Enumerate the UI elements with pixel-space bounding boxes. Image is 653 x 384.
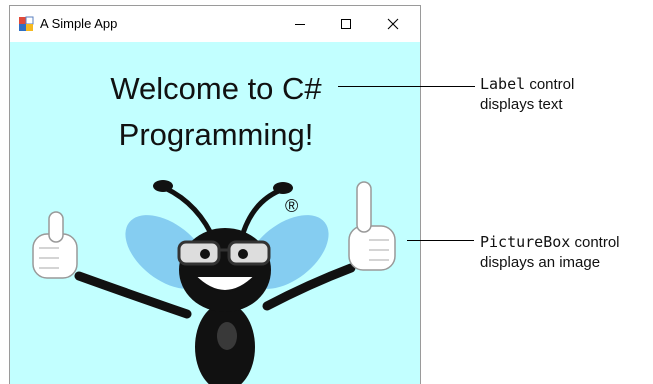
- maximize-button[interactable]: [323, 6, 369, 42]
- welcome-label-line2: Programming!: [118, 117, 314, 152]
- title-bar[interactable]: A Simple App: [10, 6, 420, 42]
- picturebox-callout-line2: displays an image: [480, 254, 601, 271]
- picturebox-callout: PictureBox control displays an image: [480, 232, 620, 273]
- left-thumbs-up-hand: [32, 211, 78, 279]
- window-title: A Simple App: [40, 16, 118, 31]
- picturebox-callout-rest: control: [570, 234, 620, 251]
- close-button[interactable]: [370, 6, 416, 42]
- welcome-label-line1: Welcome to C#: [110, 71, 322, 106]
- maximize-icon: [341, 19, 351, 29]
- label-callout-line2: displays text: [480, 96, 563, 113]
- registered-mark: ®: [285, 196, 298, 216]
- label-callout: Label control displays text: [480, 74, 574, 115]
- label-control-name: Label: [480, 75, 526, 93]
- minimize-icon: [295, 24, 305, 25]
- label-callout-line: [338, 86, 475, 87]
- app-window: A Simple App Welcome to C# Programming!: [9, 5, 421, 384]
- right-thumbs-up-hand: [348, 181, 396, 271]
- bug-mascot-picture: ®: [32, 180, 396, 384]
- picturebox-control-name: PictureBox: [480, 233, 571, 251]
- close-icon: [387, 18, 399, 30]
- label-callout-rest: control: [525, 76, 575, 93]
- welcome-label: Welcome to C# Programming!: [10, 66, 422, 158]
- picturebox-callout-line: [407, 240, 474, 241]
- app-icon: [19, 16, 34, 31]
- minimize-button[interactable]: [277, 6, 323, 42]
